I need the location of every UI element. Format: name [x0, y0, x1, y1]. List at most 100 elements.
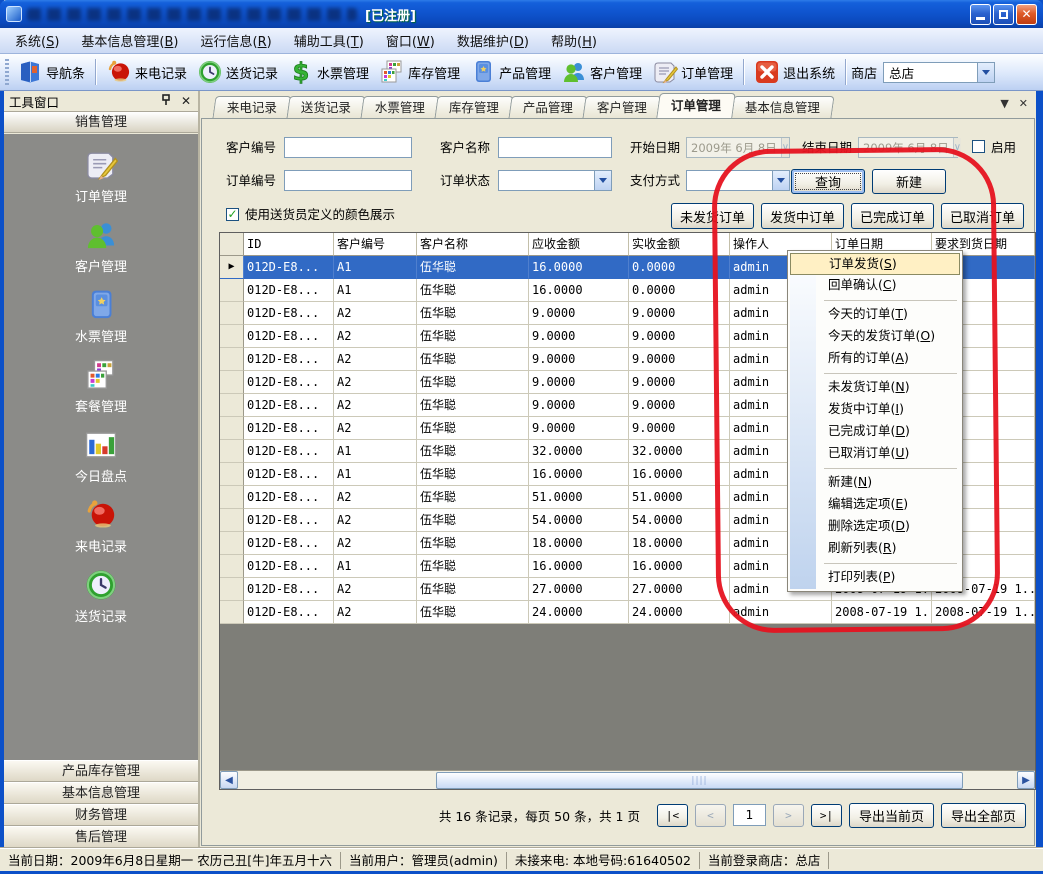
row-selector[interactable]: [220, 463, 244, 486]
toolbar-button-6[interactable]: 客户管理: [556, 57, 647, 87]
tab-close-icon[interactable]: ✕: [1019, 97, 1028, 110]
pay-method-combo[interactable]: [686, 170, 790, 191]
chevron-down-icon[interactable]: [977, 63, 994, 82]
context-menu-item-4[interactable]: 今天的发货订单(O): [790, 326, 960, 348]
toolbar-button-1[interactable]: 来电记录: [101, 57, 192, 87]
status-filter-button-1[interactable]: 发货中订单: [761, 203, 844, 229]
column-header-2[interactable]: 客户名称: [417, 233, 529, 256]
sidebar-item-2[interactable]: 水票管理: [41, 288, 161, 345]
toolbar-grip[interactable]: [5, 59, 9, 85]
sidebar-group-button-1[interactable]: 基本信息管理: [4, 782, 198, 804]
sidebar-item-5[interactable]: 来电记录: [41, 498, 161, 555]
context-menu-item-3[interactable]: 今天的订单(T): [790, 304, 960, 326]
table-row[interactable]: 012D-E8...A2伍华聪24.000024.0000admin2008-0…: [220, 601, 1035, 624]
sidebar-item-3[interactable]: 套餐管理: [41, 358, 161, 415]
sidebar-item-1[interactable]: 客户管理: [41, 218, 161, 275]
tab-3[interactable]: 库存管理: [435, 96, 514, 118]
export-all-pages-button[interactable]: 导出全部页: [941, 803, 1026, 828]
sidebar-item-4[interactable]: 今日盘点: [41, 428, 161, 485]
context-menu-item-13[interactable]: 编辑选定项(E): [790, 494, 960, 516]
column-header-0[interactable]: ID: [244, 233, 334, 256]
chevron-down-icon[interactable]: [594, 171, 611, 190]
toolbar-button-5[interactable]: 产品管理: [465, 57, 556, 87]
menubar-item-1[interactable]: 基本信息管理(B): [70, 28, 189, 53]
row-selector[interactable]: [220, 486, 244, 509]
color-display-checkbox[interactable]: ✓: [226, 208, 239, 221]
row-selector[interactable]: [220, 279, 244, 302]
menubar-item-5[interactable]: 数据维护(D): [446, 28, 540, 53]
row-selector[interactable]: [220, 371, 244, 394]
row-selector[interactable]: [220, 555, 244, 578]
context-menu-item-14[interactable]: 删除选定项(D): [790, 516, 960, 538]
menubar-item-3[interactable]: 辅助工具(T): [283, 28, 375, 53]
context-menu-item-9[interactable]: 已完成订单(D): [790, 421, 960, 443]
query-button[interactable]: 查询: [791, 169, 865, 194]
context-menu-item-12[interactable]: 新建(N): [790, 472, 960, 494]
tab-2[interactable]: 水票管理: [360, 96, 439, 118]
tab-1[interactable]: 送货记录: [286, 96, 365, 118]
menubar-item-2[interactable]: 运行信息(R): [190, 28, 283, 53]
end-date-picker[interactable]: 2009年 6月 8日 ∨: [858, 137, 958, 158]
minimize-button[interactable]: [970, 4, 991, 25]
column-header-3[interactable]: 应收金额: [529, 233, 629, 256]
sidebar-group-button-3[interactable]: 售后管理: [4, 826, 198, 848]
customer-name-input[interactable]: [498, 137, 612, 158]
tab-list-dropdown-icon[interactable]: ▼: [1000, 97, 1008, 110]
last-page-button[interactable]: >|: [811, 804, 842, 827]
close-button[interactable]: ✕: [1016, 4, 1037, 25]
row-selector[interactable]: [220, 440, 244, 463]
context-menu-item-17[interactable]: 打印列表(P): [790, 567, 960, 589]
export-current-page-button[interactable]: 导出当前页: [849, 803, 934, 828]
close-panel-icon[interactable]: ✕: [179, 94, 193, 108]
row-selector[interactable]: [220, 578, 244, 601]
start-date-picker[interactable]: 2009年 6月 8日 ∨: [686, 137, 790, 158]
sidebar-item-6[interactable]: 送货记录: [41, 568, 161, 625]
row-selector[interactable]: [220, 325, 244, 348]
row-selector[interactable]: [220, 348, 244, 371]
enable-checkbox[interactable]: [972, 140, 985, 153]
scroll-left-icon[interactable]: ◀: [220, 771, 238, 789]
chevron-down-icon[interactable]: ∨: [781, 138, 789, 157]
sidebar-group-button-2[interactable]: 财务管理: [4, 804, 198, 826]
row-selector[interactable]: [220, 532, 244, 555]
context-menu-item-10[interactable]: 已取消订单(U): [790, 443, 960, 465]
row-selector[interactable]: [220, 302, 244, 325]
column-header-4[interactable]: 实收金额: [629, 233, 730, 256]
sidebar-group-button-0[interactable]: 产品库存管理: [4, 760, 198, 782]
next-page-button[interactable]: >: [773, 804, 804, 827]
column-header-1[interactable]: 客户编号: [334, 233, 417, 256]
chevron-down-icon[interactable]: [772, 171, 789, 190]
context-menu-item-15[interactable]: 刷新列表(R): [790, 538, 960, 560]
menubar-item-0[interactable]: 系统(S): [4, 28, 70, 53]
context-menu-item-5[interactable]: 所有的订单(A): [790, 348, 960, 370]
scrollbar-track[interactable]: [238, 771, 1017, 789]
tab-5[interactable]: 客户管理: [583, 96, 662, 118]
prev-page-button[interactable]: <: [695, 804, 726, 827]
toolbar-button-8[interactable]: 退出系统: [749, 57, 840, 87]
status-filter-button-3[interactable]: 已取消订单: [941, 203, 1024, 229]
row-selector[interactable]: ▶: [220, 256, 244, 279]
sidebar-group-sales[interactable]: 销售管理: [4, 112, 198, 133]
context-menu-item-8[interactable]: 发货中订单(I): [790, 399, 960, 421]
sidebar-item-0[interactable]: 订单管理: [41, 148, 161, 205]
row-selector[interactable]: [220, 394, 244, 417]
toolbar-button-0[interactable]: 导航条: [12, 57, 90, 87]
shop-combo[interactable]: 总店: [883, 62, 995, 83]
context-menu-item-0[interactable]: 订单发货(S): [790, 253, 960, 275]
toolbar-button-7[interactable]: 订单管理: [647, 57, 738, 87]
scrollbar-thumb[interactable]: [436, 772, 963, 789]
maximize-button[interactable]: [993, 4, 1014, 25]
tab-4[interactable]: 产品管理: [509, 96, 588, 118]
order-status-combo[interactable]: [498, 170, 612, 191]
tab-6[interactable]: 订单管理: [656, 93, 736, 118]
customer-no-input[interactable]: [284, 137, 412, 158]
new-button[interactable]: 新建: [872, 169, 946, 194]
chevron-down-icon[interactable]: ∨: [953, 138, 961, 157]
page-number-input[interactable]: [733, 804, 766, 826]
context-menu-item-7[interactable]: 未发货订单(N): [790, 377, 960, 399]
tab-0[interactable]: 来电记录: [212, 96, 291, 118]
menubar-item-6[interactable]: 帮助(H): [540, 28, 608, 53]
scroll-right-icon[interactable]: ▶: [1017, 771, 1035, 789]
row-selector[interactable]: [220, 509, 244, 532]
first-page-button[interactable]: |<: [657, 804, 688, 827]
